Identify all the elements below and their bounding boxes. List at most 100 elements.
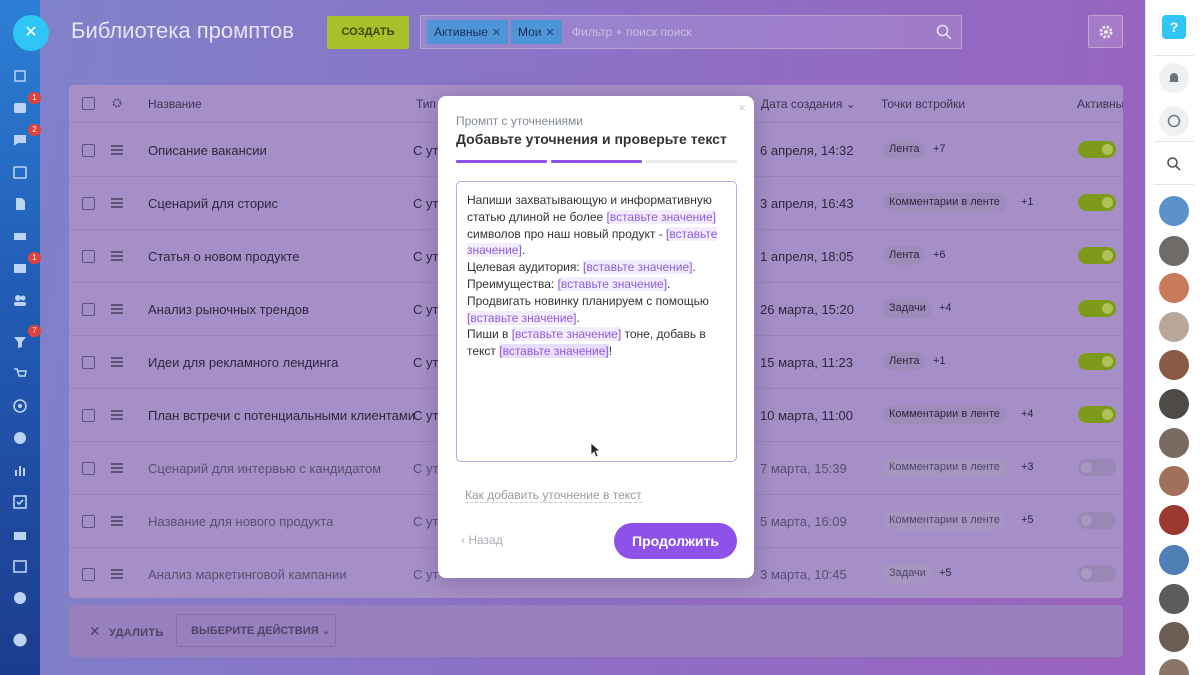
filter-search-bar[interactable]: Активные ✕ Мои ✕ Фильтр + поиск поиск — [420, 15, 962, 49]
window-icon[interactable] — [12, 558, 28, 574]
drag-handle-icon[interactable] — [111, 198, 123, 208]
row-name[interactable]: Статья о новом продукте — [148, 249, 299, 264]
active-toggle[interactable] — [1078, 141, 1116, 158]
crm-funnel-icon[interactable] — [12, 334, 28, 350]
drag-handle-icon[interactable] — [111, 463, 123, 473]
embed-tag[interactable]: Задачи — [883, 299, 932, 318]
placeholder-token[interactable]: [вставьте значение] — [467, 310, 577, 325]
search-icon[interactable] — [1166, 156, 1182, 177]
target-icon[interactable] — [12, 398, 28, 414]
row-checkbox[interactable] — [82, 462, 95, 475]
notifications-button[interactable] — [1159, 63, 1189, 93]
drag-handle-icon[interactable] — [111, 516, 123, 526]
active-toggle[interactable] — [1078, 512, 1116, 529]
row-name[interactable]: План встречи с потенциальными клиентами — [148, 408, 415, 423]
row-checkbox[interactable] — [82, 568, 95, 581]
embed-more-count[interactable]: +1 — [933, 355, 946, 367]
active-toggle[interactable] — [1078, 406, 1116, 423]
close-icon[interactable]: ✕ — [492, 27, 501, 39]
header-active[interactable]: Активны — [1077, 97, 1123, 111]
close-slider-button[interactable]: ✕ — [13, 15, 49, 51]
embed-tag[interactable]: Лента — [883, 352, 926, 371]
row-checkbox[interactable] — [82, 144, 95, 157]
gear-icon[interactable] — [111, 97, 123, 109]
embed-more-count[interactable]: +6 — [933, 249, 946, 261]
delete-button[interactable]: ✕ УДАЛИТЬ — [89, 623, 164, 640]
embed-more-count[interactable]: +4 — [939, 302, 952, 314]
avatar[interactable] — [1159, 505, 1189, 535]
active-toggle[interactable] — [1078, 300, 1116, 317]
drag-handle-icon[interactable] — [111, 304, 123, 314]
avatar[interactable] — [1159, 389, 1189, 419]
settings-button[interactable] — [1088, 15, 1123, 48]
row-checkbox[interactable] — [82, 197, 95, 210]
search-icon[interactable] — [935, 23, 953, 41]
placeholder-token[interactable]: [вставьте значение] — [557, 276, 668, 291]
header-date[interactable]: Дата создания ⌄ — [761, 97, 856, 111]
embed-tag[interactable]: Задачи — [883, 564, 932, 583]
drag-handle-icon[interactable] — [111, 251, 123, 261]
avatar[interactable] — [1159, 466, 1189, 496]
drag-handle-icon[interactable] — [111, 357, 123, 367]
document-icon[interactable] — [12, 196, 28, 212]
embed-tag[interactable]: Комментарии в ленте — [883, 193, 1006, 212]
help-icon[interactable] — [12, 632, 28, 648]
close-icon[interactable]: × — [738, 100, 746, 115]
tasks-icon[interactable] — [12, 100, 28, 116]
header-type[interactable]: Тип — [416, 97, 436, 111]
help-button[interactable]: ? — [1162, 15, 1186, 39]
filter-chip-active[interactable]: Активные ✕ — [427, 20, 509, 44]
row-checkbox[interactable] — [82, 356, 95, 369]
calendar-icon[interactable] — [12, 164, 28, 180]
embed-more-count[interactable]: +7 — [933, 143, 946, 155]
placeholder-token[interactable]: [вставьте значение] — [606, 209, 716, 224]
filter-chip-mine[interactable]: Мои ✕ — [511, 20, 562, 44]
row-checkbox[interactable] — [82, 409, 95, 422]
avatar[interactable] — [1159, 312, 1189, 342]
active-toggle[interactable] — [1078, 459, 1116, 476]
drag-handle-icon[interactable] — [111, 145, 123, 155]
continue-button[interactable]: Продолжить — [614, 523, 737, 559]
row-name[interactable]: Сценарий для интервью с кандидатом — [148, 461, 381, 476]
placeholder-token[interactable]: [вставьте значение] — [511, 327, 622, 342]
feed-icon[interactable] — [12, 68, 28, 84]
help-link[interactable]: Как добавить уточнение в текст — [465, 488, 642, 503]
embed-more-count[interactable]: +1 — [1021, 196, 1034, 208]
embed-more-count[interactable]: +3 — [1021, 461, 1034, 473]
active-toggle[interactable] — [1078, 247, 1116, 264]
store-icon[interactable] — [12, 526, 28, 542]
select-all-checkbox[interactable] — [82, 97, 95, 110]
embed-tag[interactable]: Лента — [883, 140, 926, 159]
header-name[interactable]: Название — [148, 97, 202, 111]
prompt-text-editor[interactable]: Напиши захватывающую и информативную ста… — [456, 181, 737, 462]
search-input[interactable]: Фильтр + поиск поиск — [572, 25, 692, 39]
row-name[interactable]: Анализ рыночных трендов — [148, 302, 309, 317]
avatar[interactable] — [1159, 196, 1189, 226]
avatar[interactable] — [1159, 584, 1189, 614]
mail-icon[interactable] — [12, 260, 28, 276]
embed-tag[interactable]: Комментарии в ленте — [883, 511, 1006, 530]
header-embed[interactable]: Точки встройки — [881, 97, 965, 111]
row-checkbox[interactable] — [82, 250, 95, 263]
row-name[interactable]: Анализ маркетинговой кампании — [148, 567, 347, 582]
drag-handle-icon[interactable] — [111, 569, 123, 579]
row-name[interactable]: Описание вакансии — [148, 143, 267, 158]
create-button[interactable]: СОЗДАТЬ — [327, 16, 409, 49]
cart-icon[interactable] — [12, 366, 28, 382]
avatar[interactable] — [1159, 622, 1189, 652]
avatar[interactable] — [1159, 545, 1189, 575]
analytics-icon[interactable] — [12, 462, 28, 478]
row-checkbox[interactable] — [82, 515, 95, 528]
active-toggle[interactable] — [1078, 565, 1116, 582]
row-name[interactable]: Сценарий для сторис — [148, 196, 278, 211]
checklist-icon[interactable] — [12, 494, 28, 510]
messenger-button[interactable] — [1159, 106, 1189, 136]
active-toggle[interactable] — [1078, 353, 1116, 370]
row-name[interactable]: Название для нового продукта — [148, 514, 333, 529]
embed-tag[interactable]: Лента — [883, 246, 926, 265]
row-checkbox[interactable] — [82, 303, 95, 316]
row-name[interactable]: Идеи для рекламного лендинга — [148, 355, 338, 370]
drag-handle-icon[interactable] — [111, 410, 123, 420]
actions-dropdown[interactable]: ВЫБЕРИТЕ ДЕЙСТВИЯ ⌄ — [176, 614, 336, 647]
chat-icon[interactable] — [12, 132, 28, 148]
